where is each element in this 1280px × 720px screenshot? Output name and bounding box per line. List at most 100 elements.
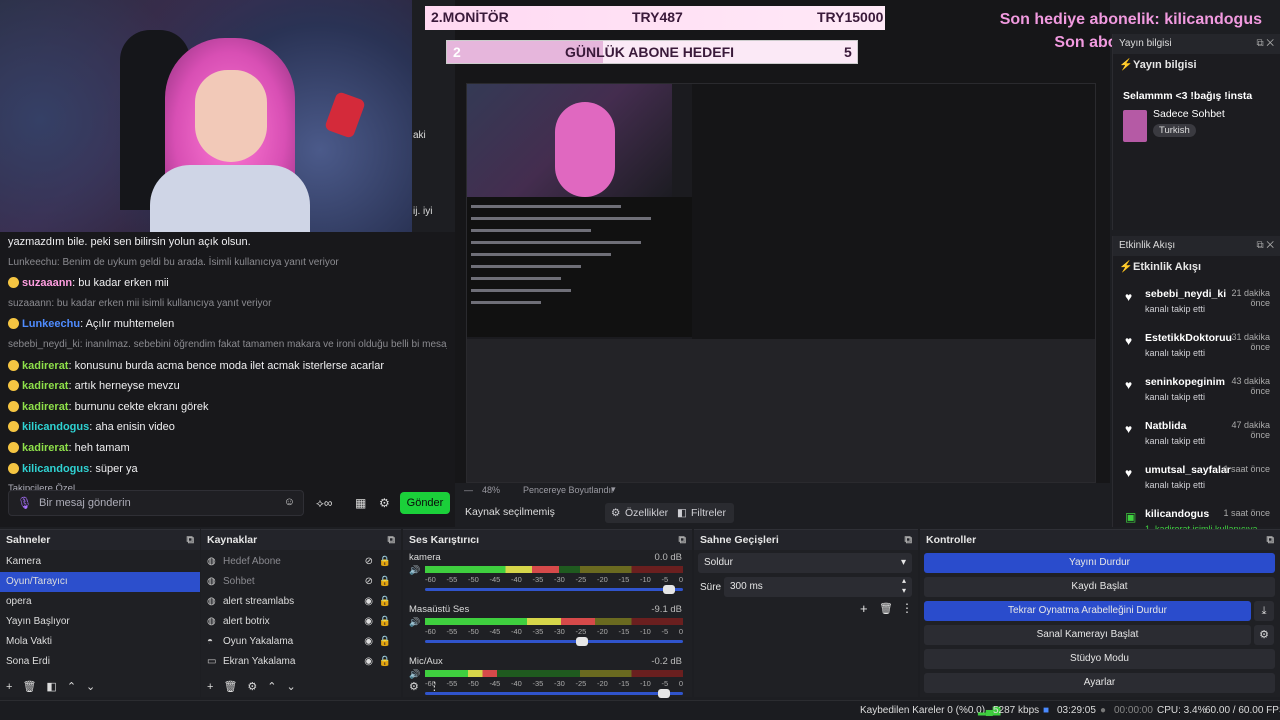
scene-item[interactable]: opera bbox=[0, 592, 200, 612]
chat-username[interactable]: kadirerat bbox=[22, 442, 68, 454]
more-icon[interactable]: ⋮ bbox=[901, 601, 913, 615]
tick-label: -55 bbox=[446, 575, 458, 584]
add-icon[interactable]: + bbox=[207, 681, 213, 693]
filter-icon[interactable]: ◧ bbox=[46, 681, 56, 693]
speaker-icon[interactable]: 🔊 bbox=[409, 565, 420, 576]
dock-controls[interactable]: ⧉ ✕ bbox=[1256, 34, 1274, 54]
chevron-down-icon[interactable]: ▾ bbox=[611, 484, 616, 495]
popout-icon[interactable]: ⧉ bbox=[905, 530, 913, 550]
lock-icon[interactable]: 🔒 bbox=[379, 592, 391, 612]
zoom-minus[interactable]: — bbox=[464, 485, 473, 495]
source-item[interactable]: ◓ Oyun Yakalama ◉ 🔒 bbox=[201, 632, 401, 652]
eye-off-icon[interactable]: ⊘ bbox=[365, 572, 373, 592]
down-icon[interactable]: ⌄ bbox=[287, 681, 296, 693]
gear-icon[interactable]: ⚙ bbox=[1254, 625, 1274, 645]
gear-icon[interactable]: ⚙ bbox=[409, 681, 419, 693]
eye-icon[interactable]: ◉ bbox=[364, 632, 373, 652]
add-icon[interactable]: + bbox=[860, 601, 868, 616]
down-icon[interactable]: ⌄ bbox=[86, 681, 95, 693]
mixer-channel: kamera 0.0 dB -60 -55 -50 -45 -40 -35 -30 -25 -20-… bbox=[403, 550, 692, 602]
up-icon[interactable]: ⌃ bbox=[267, 681, 276, 693]
fader-knob[interactable] bbox=[663, 585, 676, 594]
sub-badge-icon bbox=[8, 277, 19, 289]
chat-input[interactable]: 🎙 Bir mesaj gönderin ☺ bbox=[8, 490, 304, 516]
fit-mode[interactable]: Pencereye Boyutlandır bbox=[523, 485, 614, 495]
volume-fader[interactable] bbox=[425, 585, 683, 594]
channel-name: Mic/Aux bbox=[409, 656, 443, 667]
studio-mode-button[interactable]: Stüdyo Modu bbox=[924, 649, 1275, 669]
source-item[interactable]: ◍ Hedef Abone ⊘ 🔒 bbox=[201, 552, 401, 572]
popout-icon[interactable]: ⧉ bbox=[1267, 530, 1275, 550]
add-icon[interactable]: + bbox=[6, 681, 12, 693]
eye-off-icon[interactable]: ⊘ bbox=[365, 552, 373, 572]
tick-label: 0 bbox=[678, 575, 683, 584]
trash-icon[interactable]: 🗑 bbox=[879, 602, 893, 615]
sub-goal-overlay: 2 GÜNLÜK ABONE HEDEFI 5 bbox=[446, 40, 858, 64]
sub-badge-icon bbox=[8, 441, 19, 453]
store-icon[interactable]: ▦ bbox=[355, 496, 366, 510]
dock-controls[interactable]: ⧉ ✕ bbox=[1256, 236, 1274, 256]
chat-username[interactable]: Lunkeechu bbox=[22, 318, 80, 330]
scene-item[interactable]: Mola Vakti bbox=[0, 632, 200, 652]
properties-button[interactable]: ⚙ Özellikler bbox=[605, 503, 677, 523]
lock-icon[interactable]: 🔒 bbox=[379, 612, 391, 632]
gear-icon[interactable]: ⚙ bbox=[379, 496, 390, 510]
tag-badge[interactable]: Turkish bbox=[1153, 124, 1196, 137]
chat-username[interactable]: kadirerat bbox=[22, 360, 68, 372]
stop-replay-button[interactable]: Tekrar Oynatma Arabelleğini Durdur bbox=[924, 601, 1251, 621]
speaker-icon[interactable]: 🔊 bbox=[409, 617, 420, 628]
browser-icon: ◍ bbox=[207, 556, 216, 567]
trash-icon[interactable]: 🗑 bbox=[22, 681, 36, 693]
tick-label: -20 bbox=[597, 575, 608, 584]
up-icon[interactable]: ⌃ bbox=[67, 681, 76, 693]
save-replay-icon[interactable]: ⤓ bbox=[1254, 601, 1274, 621]
scene-item[interactable]: Sona Erdi bbox=[0, 652, 200, 672]
lock-icon[interactable]: 🔒 bbox=[379, 632, 391, 652]
chat-username[interactable]: suzaaann bbox=[22, 277, 72, 289]
eye-icon[interactable]: ◉ bbox=[364, 652, 373, 672]
popout-icon[interactable]: ⧉ bbox=[388, 530, 396, 550]
filters-button[interactable]: ◧ Filtreler bbox=[671, 503, 735, 523]
lock-icon[interactable]: 🔒 bbox=[379, 572, 391, 592]
send-button[interactable]: Gönder bbox=[400, 492, 450, 514]
bolt-icon: ⚡ bbox=[1119, 261, 1133, 273]
meter-ticks: -60 -55 -50 -45 -40 -35 -30 -25 -20 -15 -10 -5 0 bbox=[425, 627, 683, 636]
nested-preview bbox=[466, 83, 1096, 483]
source-item[interactable]: ◍ alert botrix ◉ 🔒 bbox=[201, 612, 401, 632]
transition-select[interactable]: Soldur ▾ bbox=[698, 553, 912, 573]
chat-message: suzaaann: bu kadar erken mii bbox=[8, 273, 447, 294]
source-item[interactable]: ▭ Ekran Yakalama ◉ 🔒 bbox=[201, 652, 401, 672]
event-item: ♥ Natblida kanalı takip etti 47 dakika önce bbox=[1113, 416, 1280, 460]
scene-item[interactable]: Oyun/Tarayıcı bbox=[0, 572, 200, 592]
start-record-button[interactable]: Kaydı Başlat bbox=[924, 577, 1275, 597]
duration-input[interactable]: 300 ms ▴ ▾ bbox=[724, 576, 912, 597]
volume-fader[interactable] bbox=[425, 637, 683, 646]
lock-icon[interactable]: 🔒 bbox=[379, 552, 391, 572]
scene-item[interactable]: Yayın Başlıyor bbox=[0, 612, 200, 632]
tick-label: -10 bbox=[640, 627, 651, 636]
source-item[interactable]: ◍ Sohbet ⊘ 🔒 bbox=[201, 572, 401, 592]
source-item[interactable]: ◍ alert streamlabs ◉ 🔒 bbox=[201, 592, 401, 612]
lock-icon[interactable]: 🔒 bbox=[379, 652, 391, 672]
eye-icon[interactable]: ◉ bbox=[364, 592, 373, 612]
emoji-icon[interactable]: ☺ bbox=[284, 496, 295, 508]
popout-icon[interactable]: ⧉ bbox=[187, 530, 195, 550]
eye-icon[interactable]: ◉ bbox=[364, 612, 373, 632]
gear-icon[interactable]: ⚙ bbox=[247, 681, 257, 693]
settings-button[interactable]: Ayarlar bbox=[924, 673, 1275, 693]
virtual-cam-button[interactable]: Sanal Kamerayı Başlat bbox=[924, 625, 1251, 645]
popout-icon[interactable]: ⧉ bbox=[679, 530, 687, 550]
event-time: 1 saat önce bbox=[1223, 464, 1270, 474]
chat-username[interactable]: kilicandogus bbox=[22, 421, 89, 433]
fader-knob[interactable] bbox=[575, 637, 588, 646]
chat-username[interactable]: kadirerat bbox=[22, 401, 68, 413]
bits-icon[interactable]: ⟡∞ bbox=[316, 496, 333, 511]
mic-icon[interactable]: 🎙 bbox=[17, 496, 32, 510]
scene-item[interactable]: Kamera bbox=[0, 552, 200, 572]
more-icon[interactable]: ⋮ bbox=[429, 681, 440, 693]
sources-toolbar: + 🗑 ⚙ ⌃ ⌄ bbox=[201, 677, 401, 697]
chat-username[interactable]: kadirerat bbox=[22, 380, 68, 392]
stop-stream-button[interactable]: Yayını Durdur bbox=[924, 553, 1275, 573]
trash-icon[interactable]: 🗑 bbox=[223, 681, 237, 693]
chat-username[interactable]: kilicandogus bbox=[22, 463, 89, 475]
